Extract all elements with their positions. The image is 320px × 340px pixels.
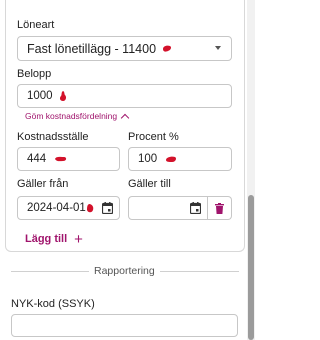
belopp-input[interactable]: 1000 <box>17 84 232 108</box>
calendar-icon[interactable] <box>190 202 201 214</box>
kostnadsstalle-value: 444 <box>27 153 47 165</box>
loneart-value: Fast lönetillägg - 11400 <box>27 41 157 56</box>
procent-input[interactable]: 100 <box>128 147 232 171</box>
redaction-mark <box>163 45 172 52</box>
chevron-up-icon <box>120 113 130 122</box>
add-button[interactable]: Lägg till + <box>25 230 83 248</box>
galler-fran-value: 2024-04-01 <box>27 202 86 214</box>
belopp-label: Belopp <box>17 68 52 80</box>
nyk-input[interactable] <box>11 314 238 337</box>
galler-till-date-input[interactable] <box>128 196 208 220</box>
procent-label: Procent % <box>128 131 179 143</box>
galler-till-label: Gäller till <box>128 178 171 190</box>
scrollbar-thumb[interactable] <box>248 195 254 340</box>
trash-icon <box>214 202 224 214</box>
section-divider-left <box>11 271 89 272</box>
calendar-icon[interactable] <box>102 202 113 214</box>
chevron-down-icon <box>215 46 221 50</box>
nyk-label: NYK-kod (SSYK) <box>11 298 95 310</box>
add-label: Lägg till <box>25 233 68 245</box>
kostnadsstalle-label: Kostnadsställe <box>17 131 89 143</box>
kostnadsstalle-input[interactable]: 444 <box>17 147 120 171</box>
reporting-section-title: Rapportering <box>94 265 155 277</box>
toggle-cost-distribution-link[interactable]: Göm kostnadsfördelning <box>25 111 130 122</box>
section-divider-right <box>160 271 239 272</box>
loneart-select[interactable]: Fast lönetillägg - 11400 <box>17 36 232 61</box>
belopp-value: 1000 <box>27 90 53 102</box>
galler-fran-label: Gäller från <box>17 178 69 190</box>
redaction-mark <box>166 156 177 162</box>
redaction-mark <box>86 203 94 212</box>
plus-icon: + <box>74 230 83 248</box>
delete-period-button[interactable] <box>207 196 232 220</box>
salary-form-panel: Löneart Fast lönetillägg - 11400 Belopp … <box>0 0 255 340</box>
procent-value: 100 <box>138 153 158 165</box>
redaction-mark <box>59 90 66 101</box>
galler-fran-date-input[interactable]: 2024-04-01 <box>17 196 120 220</box>
loneart-label: Löneart <box>17 19 55 31</box>
redaction-mark <box>55 156 67 162</box>
toggle-cost-distribution-label: Göm kostnadsfördelning <box>25 111 118 121</box>
